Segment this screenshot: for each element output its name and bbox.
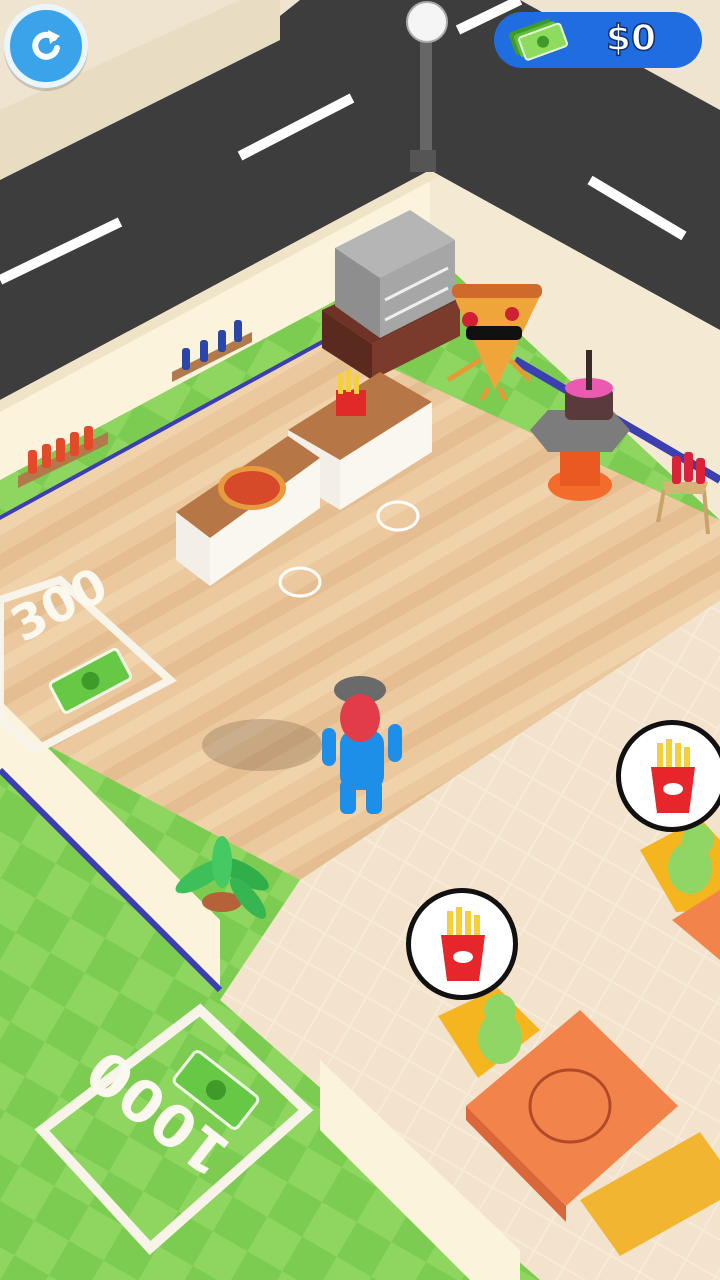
- cash-stack-icon: [508, 18, 568, 61]
- order-bubble: [406, 888, 518, 1000]
- fries-icon: [651, 739, 695, 813]
- refresh-button[interactable]: [4, 4, 88, 88]
- refresh-icon: [32, 30, 60, 60]
- currency-amount: $0: [605, 17, 657, 60]
- street-lamp: [420, 30, 432, 170]
- fries-icon: [441, 907, 485, 981]
- currency-display: $0: [494, 12, 702, 68]
- order-bubble: [616, 720, 720, 832]
